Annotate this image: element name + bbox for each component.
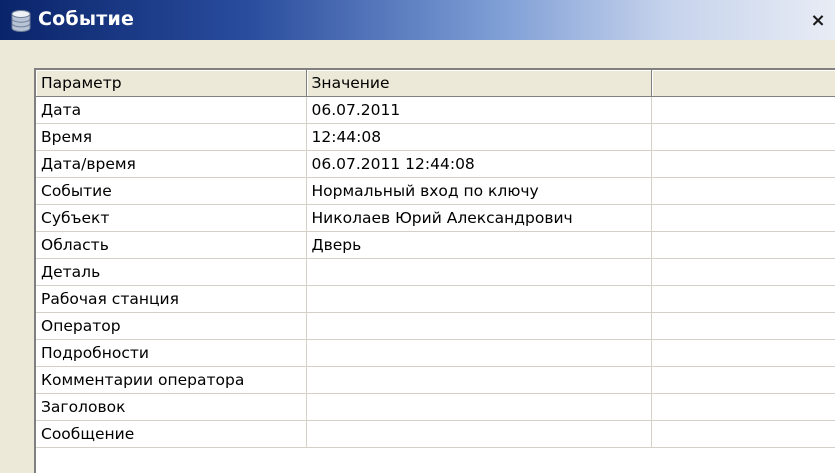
table-row[interactable]: Комментарии оператора (36, 366, 835, 394)
parameter-cell: Деталь (36, 258, 307, 286)
table-row[interactable]: Время 12:44:08 (36, 123, 835, 151)
title-bar[interactable]: Событие × (0, 0, 835, 40)
table-row[interactable]: Оператор (36, 312, 835, 340)
extra-cell (651, 177, 835, 205)
value-cell: Дверь (306, 231, 652, 259)
event-properties-grid[interactable]: Параметр Значение Дата 06.07.2011 Время 12:… (34, 68, 835, 473)
extra-cell (651, 231, 835, 259)
close-button[interactable]: × (809, 12, 827, 30)
parameter-cell: Оператор (36, 312, 307, 340)
extra-cell (651, 366, 835, 394)
parameter-cell: Время (36, 123, 307, 151)
properties-table: Параметр Значение Дата 06.07.2011 Время 12:… (36, 70, 835, 448)
parameter-cell: Комментарии оператора (36, 366, 307, 394)
window-title: Событие (38, 8, 135, 30)
extra-cell (651, 96, 835, 124)
table-row[interactable]: Дата/время 06.07.2011 12:44:08 (36, 150, 835, 178)
value-cell (306, 420, 652, 448)
table-row[interactable]: Сообщение (36, 420, 835, 448)
value-cell (306, 339, 652, 367)
value-cell (306, 366, 652, 394)
extra-cell (651, 393, 835, 421)
parameter-cell: Дата/время (36, 150, 307, 178)
extra-cell (651, 285, 835, 313)
value-cell (306, 393, 652, 421)
value-cell: 06.07.2011 12:44:08 (306, 150, 652, 178)
close-icon: × (810, 10, 826, 31)
extra-cell (651, 204, 835, 232)
value-cell (306, 285, 652, 313)
value-cell (306, 258, 652, 286)
table-row[interactable]: Событие Нормальный вход по ключу (36, 177, 835, 205)
parameter-cell: Субъект (36, 204, 307, 232)
table-row[interactable]: Дата 06.07.2011 (36, 96, 835, 124)
extra-cell (651, 420, 835, 448)
parameter-cell: Подробности (36, 339, 307, 367)
table-row[interactable]: Рабочая станция (36, 285, 835, 313)
table-row[interactable]: Заголовок (36, 393, 835, 421)
parameter-cell: Рабочая станция (36, 285, 307, 313)
event-window: Событие × Параметр Значение Дата 06.07.20… (0, 0, 835, 473)
value-cell: Николаев Юрий Александрович (306, 204, 652, 232)
table-row[interactable]: Деталь (36, 258, 835, 286)
value-cell: 12:44:08 (306, 123, 652, 151)
value-cell: 06.07.2011 (306, 96, 652, 124)
value-cell (306, 312, 652, 340)
extra-cell (651, 150, 835, 178)
table-body: Дата 06.07.2011 Время 12:44:08 Дата/время 06.… (36, 96, 835, 448)
column-header-parameter[interactable]: Параметр (36, 70, 307, 97)
extra-cell (651, 258, 835, 286)
table-row[interactable]: Область Дверь (36, 231, 835, 259)
parameter-cell: Дата (36, 96, 307, 124)
value-cell: Нормальный вход по ключу (306, 177, 652, 205)
table-header-row: Параметр Значение (36, 70, 835, 97)
parameter-cell: Сообщение (36, 420, 307, 448)
database-icon (11, 10, 31, 32)
extra-cell (651, 312, 835, 340)
column-header-value[interactable]: Значение (306, 70, 652, 97)
table-row[interactable]: Подробности (36, 339, 835, 367)
table-row[interactable]: Субъект Николаев Юрий Александрович (36, 204, 835, 232)
column-header-extra[interactable] (651, 70, 835, 97)
parameter-cell: Область (36, 231, 307, 259)
extra-cell (651, 123, 835, 151)
parameter-cell: Заголовок (36, 393, 307, 421)
parameter-cell: Событие (36, 177, 307, 205)
extra-cell (651, 339, 835, 367)
